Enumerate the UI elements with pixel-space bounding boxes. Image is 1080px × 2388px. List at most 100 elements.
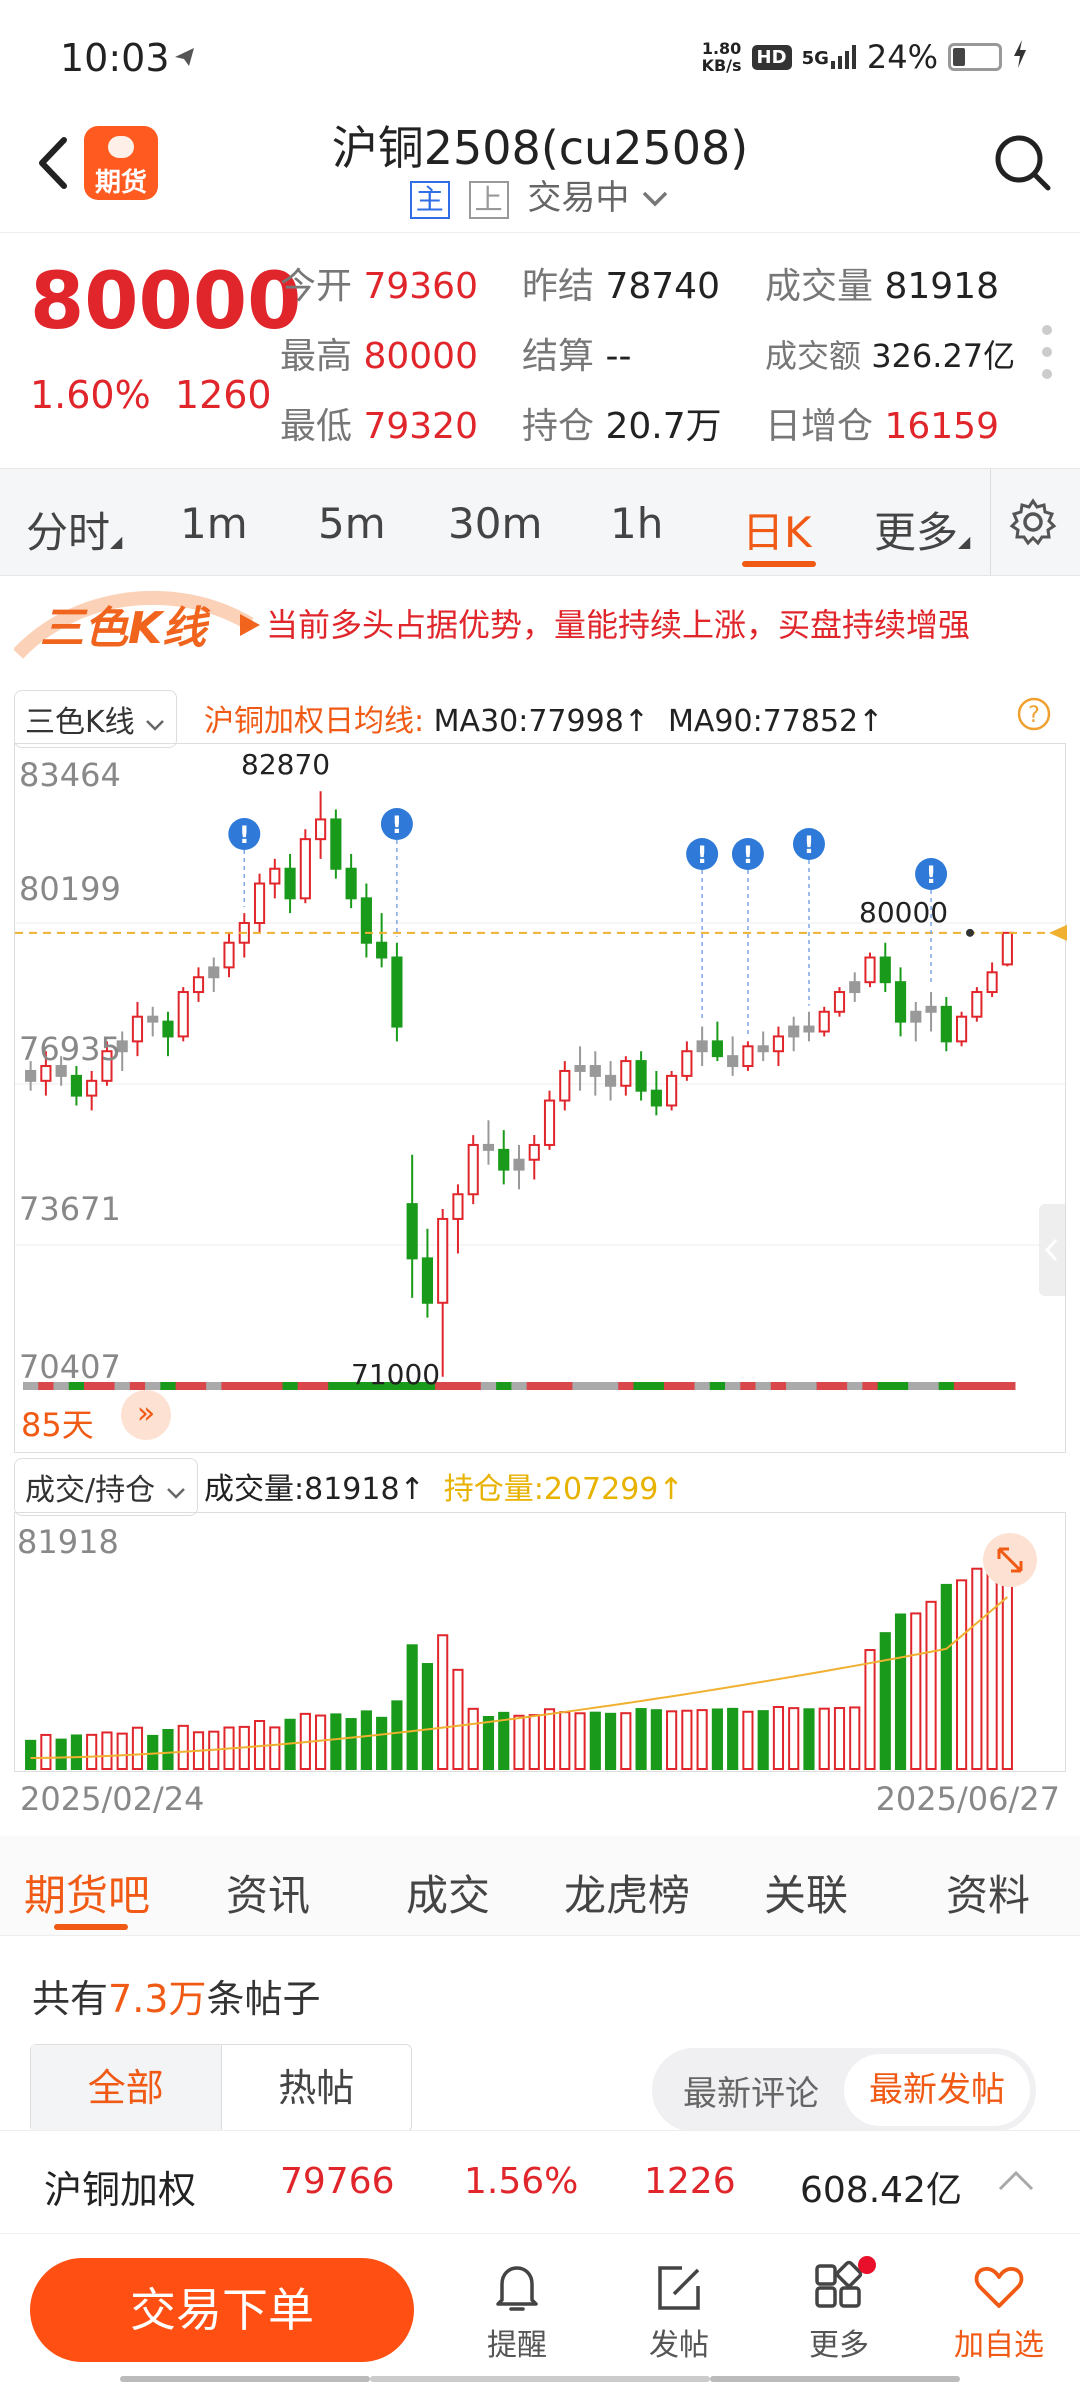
price-label-4: 73671 — [19, 1190, 121, 1228]
tab-trades[interactable]: 成交 — [406, 1862, 490, 1923]
filter-all-button[interactable]: 全部 — [31, 2045, 222, 2131]
volume-bar — [55, 1738, 67, 1770]
kline-mode-select[interactable]: 三色K线 — [14, 690, 178, 748]
settings-button[interactable] — [1008, 497, 1058, 551]
volume-mode-select[interactable]: 成交/持仓 — [14, 1458, 198, 1516]
expand-range-button[interactable]: » — [121, 1390, 171, 1440]
candle-body — [498, 1148, 510, 1171]
status-bar: 10:03 1.80 KB/s HD 5G 24% — [0, 0, 1080, 110]
event-marker-text: ! — [697, 841, 708, 869]
more-fields-dots-icon[interactable] — [1042, 325, 1052, 391]
current-price-marker — [1049, 924, 1067, 941]
weighted-change-abs: 1226 — [644, 2161, 736, 2202]
candle-body — [360, 897, 372, 944]
candle-body — [559, 1069, 571, 1102]
candle-body — [528, 1143, 540, 1161]
tab-more[interactable]: 更多◢ — [874, 499, 970, 560]
nav-post[interactable]: 发帖 — [624, 2260, 734, 2364]
candle-body — [711, 1040, 723, 1058]
quote-panel: 80000 1.60% 1260 今开 79360 昨结 78740 成交量 8… — [0, 232, 1080, 468]
open-interest-field: 持仓 20.7万 — [522, 406, 722, 447]
tab-related[interactable]: 关联 — [764, 1862, 848, 1923]
tab-timeshare[interactable]: 分时◢ — [26, 499, 122, 560]
start-date: 2025/02/24 — [20, 1780, 205, 1818]
volume-bar — [757, 1710, 769, 1770]
candle-body — [482, 1143, 495, 1151]
sort-latest-post[interactable]: 最新发帖 — [844, 2054, 1030, 2126]
nav-remind[interactable]: 提醒 — [462, 2260, 572, 2364]
last-price: 80000 — [30, 257, 302, 347]
main-contract-tag: 主 — [409, 181, 450, 219]
weighted-contract-row[interactable]: 沪铜加权 79766 1.56% 1226 608.42亿 — [0, 2130, 1080, 2234]
volume-field: 成交量 81918 — [765, 266, 999, 307]
chevron-down-icon — [642, 191, 668, 207]
candle-body — [910, 1010, 922, 1023]
price-label-3: 76935 — [19, 1030, 121, 1068]
candle-body — [940, 1005, 952, 1043]
trend-strip-segment — [908, 1382, 924, 1390]
price-change: 1.60% 1260 — [30, 373, 272, 417]
volume-bar — [620, 1712, 632, 1770]
tab-top-list[interactable]: 龙虎榜 — [564, 1862, 690, 1923]
help-button[interactable]: ? — [1016, 696, 1052, 736]
banner-message: 当前多头占据优势，量能持续上涨，买盘持续增强 — [266, 606, 971, 644]
volume-bar — [269, 1726, 281, 1770]
trend-strip-segment — [450, 1382, 467, 1390]
expand-row-button[interactable] — [996, 2167, 1036, 2197]
volume-bar — [421, 1663, 434, 1770]
tab-news[interactable]: 资讯 — [226, 1862, 310, 1923]
tab-daily-k[interactable]: 日K — [742, 499, 812, 560]
trend-strip-segment — [969, 1382, 985, 1390]
trend-strip-segment — [786, 1382, 802, 1390]
trend-strip-segment — [145, 1382, 161, 1390]
sort-latest-comment[interactable]: 最新评论 — [658, 2066, 844, 2115]
gesture-bar — [370, 2376, 710, 2382]
three-color-banner[interactable]: 三色K线 当前多头占据优势，量能持续上涨，买盘持续增强 — [0, 578, 1080, 673]
turnover-field: 成交额 326.27亿 — [765, 337, 1016, 375]
trend-strip-segment — [740, 1382, 757, 1390]
volume-bar — [406, 1644, 418, 1770]
tab-futures-forum[interactable]: 期货吧 — [24, 1862, 150, 1923]
battery-percent: 24% — [866, 38, 938, 76]
candle-body — [864, 956, 876, 984]
trend-strip-segment — [663, 1382, 680, 1390]
trend-strip-segment — [282, 1382, 299, 1390]
volume-bar — [467, 1707, 479, 1771]
volume-bar — [742, 1710, 754, 1770]
side-handle[interactable] — [1039, 1204, 1065, 1296]
volume-bar — [482, 1715, 495, 1770]
candle-body — [315, 818, 327, 841]
settle-field: 结算 -- — [522, 336, 632, 377]
filter-hot-button[interactable]: 热帖 — [222, 2045, 412, 2131]
search-button[interactable] — [992, 132, 1052, 192]
trend-strip-segment — [602, 1382, 619, 1390]
signal-icon: 5G — [802, 45, 857, 69]
trend-strip-segment — [328, 1382, 344, 1390]
tab-30m[interactable]: 30m — [448, 499, 542, 548]
kline-chart[interactable]: !!!!!! 83464 80199 76935 73671 70407 828… — [14, 743, 1067, 1453]
fullscreen-button[interactable] — [983, 1533, 1037, 1587]
nav-more[interactable]: 更多 — [784, 2256, 894, 2364]
nav-favorite[interactable]: 加自选 — [944, 2260, 1054, 2364]
volume-bar — [925, 1600, 937, 1770]
volume-bar — [162, 1728, 174, 1771]
net-speed: 1.80 KB/s — [701, 39, 742, 75]
trade-order-button[interactable]: 交易下单 — [30, 2258, 414, 2362]
candle-body — [284, 867, 296, 900]
candle-body — [620, 1060, 632, 1087]
tab-1m[interactable]: 1m — [180, 499, 248, 548]
trading-status[interactable]: 主 上 交易中 — [0, 170, 1080, 219]
expand-icon — [997, 1547, 1023, 1573]
tab-5m[interactable]: 5m — [318, 499, 386, 548]
tab-profile[interactable]: 资料 — [946, 1862, 1030, 1923]
event-marker-text: ! — [926, 861, 937, 889]
trend-strip-segment — [236, 1382, 253, 1390]
volume-bar — [116, 1732, 128, 1770]
open-field: 今开 79360 — [280, 266, 478, 307]
candle-body — [437, 1217, 449, 1304]
trend-strip-segment — [831, 1382, 848, 1390]
volume-chart[interactable]: 81918 — [14, 1512, 1066, 1772]
tab-1h[interactable]: 1h — [610, 499, 663, 548]
max-price-label: 82870 — [241, 748, 331, 781]
candle-body — [86, 1079, 98, 1097]
